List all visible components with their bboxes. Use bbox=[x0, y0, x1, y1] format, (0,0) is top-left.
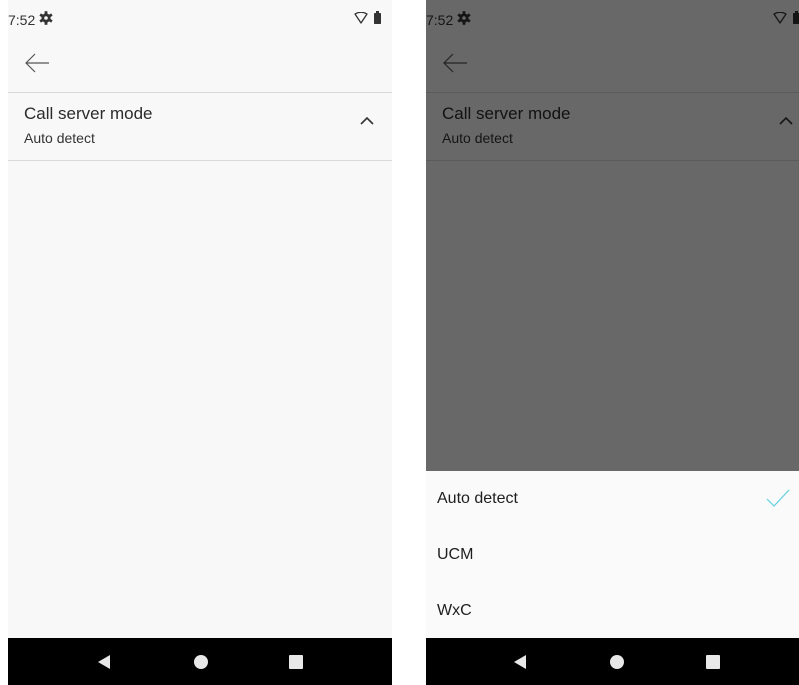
navigation-bar bbox=[8, 638, 392, 685]
arrow-left-icon[interactable] bbox=[24, 52, 50, 74]
call-server-mode-preference[interactable]: Call server mode Auto detect bbox=[8, 93, 392, 160]
settings-screen: 7:52 Call server mode Auto detect bbox=[8, 0, 392, 685]
option-label: Auto detect bbox=[437, 490, 518, 507]
preference-title: Call server mode bbox=[24, 104, 153, 123]
nav-home-icon[interactable] bbox=[610, 655, 624, 669]
option-auto-detect[interactable]: Auto detect bbox=[426, 471, 799, 527]
chevron-up-icon bbox=[360, 116, 374, 125]
gear-icon bbox=[39, 11, 53, 25]
preference-summary: Auto detect bbox=[24, 130, 95, 146]
option-wxc[interactable]: WxC bbox=[426, 583, 799, 639]
option-ucm[interactable]: UCM bbox=[426, 527, 799, 583]
status-time: 7:52 bbox=[8, 12, 36, 28]
check-icon bbox=[766, 489, 790, 507]
call-server-mode-options-sheet: Auto detect UCM WxC bbox=[426, 471, 799, 638]
nav-recents-icon[interactable] bbox=[289, 655, 303, 669]
option-label: UCM bbox=[437, 546, 474, 563]
option-label: WxC bbox=[437, 602, 472, 619]
wifi-icon bbox=[354, 12, 368, 24]
nav-home-icon[interactable] bbox=[194, 655, 208, 669]
nav-recents-icon[interactable] bbox=[706, 655, 720, 669]
nav-back-icon[interactable] bbox=[514, 655, 526, 669]
navigation-bar bbox=[426, 638, 799, 685]
battery-icon bbox=[374, 11, 381, 24]
status-bar: 7:52 bbox=[8, 0, 392, 38]
dialog-scrim[interactable] bbox=[426, 0, 799, 471]
divider bbox=[8, 160, 392, 161]
nav-back-icon[interactable] bbox=[98, 655, 110, 669]
settings-screen-with-dialog: 7:52 Call server mode Auto detect bbox=[426, 0, 799, 685]
